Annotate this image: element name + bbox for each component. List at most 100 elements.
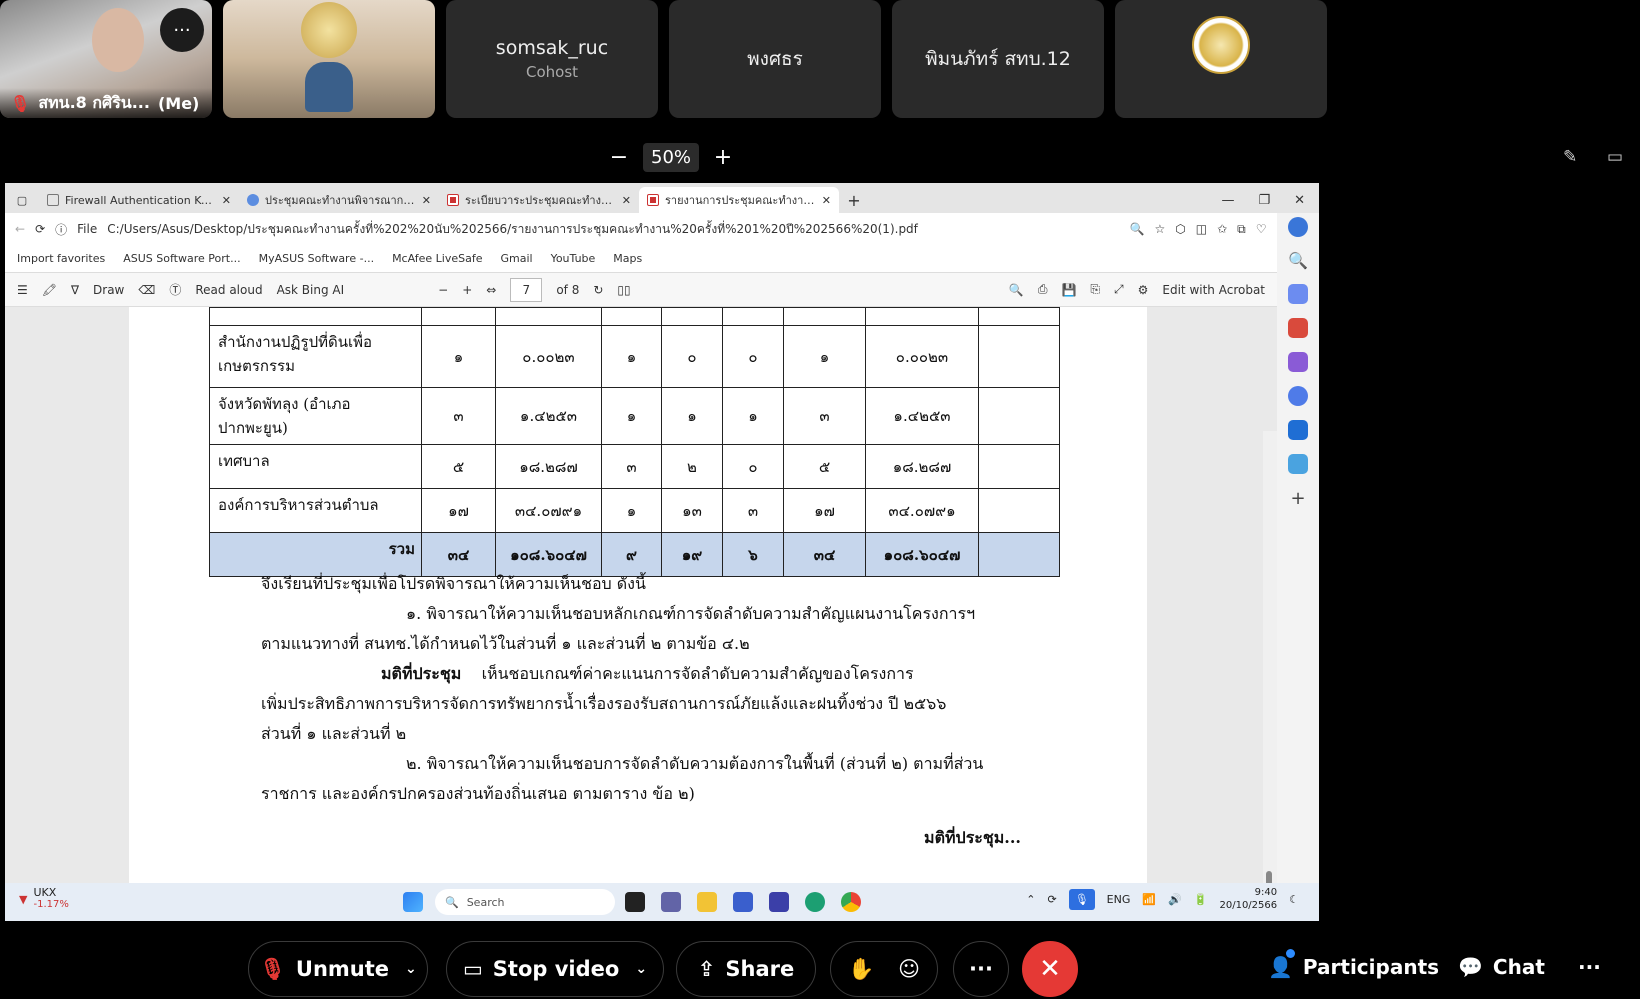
edit-acrobat-button[interactable]: Edit with Acrobat xyxy=(1162,283,1265,297)
tab-actions-icon[interactable]: ▢ xyxy=(5,187,39,213)
chevron-down-icon[interactable]: ⌄ xyxy=(635,961,647,977)
save-icon[interactable]: 💾 xyxy=(1061,283,1076,297)
fit-width-icon[interactable]: ⇔ xyxy=(486,283,496,297)
participant-tile-somsak[interactable]: somsak_ruc Cohost xyxy=(446,0,658,118)
volume-icon[interactable]: 🔊 xyxy=(1168,893,1182,906)
participant-tile-video[interactable] xyxy=(223,0,435,118)
send-icon[interactable] xyxy=(1288,454,1308,474)
close-tab-icon[interactable]: ✕ xyxy=(222,194,231,207)
read-aloud-button[interactable]: Read aloud xyxy=(195,283,262,297)
participant-tile-pimnapat[interactable]: พิมนภัทร์ สทบ.12 xyxy=(892,0,1104,118)
close-window-icon[interactable]: ✕ xyxy=(1294,193,1305,208)
settings-icon[interactable]: ⚙ xyxy=(1138,283,1149,297)
save-as-icon[interactable]: ⎘ xyxy=(1090,282,1100,297)
games-icon[interactable] xyxy=(1288,352,1308,372)
chevron-down-icon[interactable]: ⌄ xyxy=(405,961,417,977)
back-icon[interactable]: ← xyxy=(15,222,25,236)
browser-tab[interactable]: ระเบียบวาระประชุมคณะทำงาน ครั้งที่ 2 ✕ xyxy=(439,187,639,213)
browser-tab[interactable]: ประชุมคณะทำงานพิจารณากลั่นกรองโ ✕ xyxy=(239,187,439,213)
heart-icon[interactable]: ♡ xyxy=(1256,222,1267,236)
text-icon[interactable]: Ⓣ xyxy=(169,281,181,298)
bookmark-item[interactable]: YouTube xyxy=(551,252,596,265)
page-number-input[interactable]: 7 xyxy=(510,277,543,302)
zoom-out-icon[interactable]: − xyxy=(438,283,448,297)
file-explorer-icon[interactable] xyxy=(697,892,717,912)
more-options-icon[interactable]: ··· xyxy=(160,8,204,52)
participant-tile-pongsathorn[interactable]: พงศธร xyxy=(669,0,881,118)
stock-widget[interactable]: ▼ UKX -1.17% xyxy=(19,887,69,911)
erase-icon[interactable]: ⌫ xyxy=(138,283,155,297)
favorite-star-icon[interactable]: ☆ xyxy=(1155,222,1166,236)
start-icon[interactable] xyxy=(403,892,423,912)
zoom-in-icon[interactable]: + xyxy=(462,283,472,297)
print-icon[interactable]: ⎙ xyxy=(1038,282,1048,297)
shopping-tag-icon[interactable] xyxy=(1288,284,1308,304)
collections-icon[interactable]: ⧉ xyxy=(1237,222,1246,237)
restore-icon[interactable]: ❐ xyxy=(1258,193,1270,208)
focus-icon[interactable]: ☾ xyxy=(1289,893,1299,906)
app-icon[interactable] xyxy=(769,892,789,912)
edge-icon[interactable] xyxy=(805,892,825,912)
close-tab-icon[interactable]: ✕ xyxy=(622,194,631,207)
language-indicator[interactable]: ENG xyxy=(1107,893,1131,906)
clock[interactable]: 9:40 20/10/2566 xyxy=(1219,886,1277,912)
more-button[interactable]: ··· xyxy=(953,941,1009,997)
chat-button[interactable]: 💬 Chat xyxy=(1458,955,1545,979)
screen-share-view-icon[interactable]: ▭ xyxy=(1607,147,1623,167)
favorites-icon[interactable]: ✩ xyxy=(1217,222,1227,236)
chevron-up-icon[interactable]: ⌃ xyxy=(1026,893,1035,906)
task-view-icon[interactable] xyxy=(625,892,645,912)
close-tab-icon[interactable]: ✕ xyxy=(822,194,831,207)
bookmark-item[interactable]: ASUS Software Port... xyxy=(123,252,240,265)
bing-chat-icon[interactable] xyxy=(1288,217,1308,237)
browser-tab-active[interactable]: รายงานการประชุมคณะทำงาน ครั้งที่ 1 ✕ xyxy=(639,187,839,213)
rotate-icon[interactable]: ↻ xyxy=(593,283,603,297)
sync-icon[interactable]: ⟳ xyxy=(1047,893,1056,906)
unmute-button[interactable]: 🎙 Unmute ⌄ xyxy=(248,941,428,997)
browser-tab[interactable]: Firewall Authentication Keepalive ✕ xyxy=(39,187,239,213)
microphone-icon[interactable]: 🎙 xyxy=(1068,888,1095,910)
share-button[interactable]: ⇪ Share xyxy=(676,941,816,997)
url-field[interactable]: C:/Users/Asus/Desktop/ประชุมคณะทำงานครั้… xyxy=(107,220,1119,239)
more-options-button[interactable]: ··· xyxy=(1578,955,1601,979)
draw-icon[interactable]: ∇ xyxy=(71,283,79,297)
taskbar-search[interactable]: 🔍 Search xyxy=(435,889,615,915)
annotate-icon[interactable]: ✎ xyxy=(1563,147,1577,167)
zoom-out-button[interactable]: − xyxy=(605,145,633,170)
bookmark-item[interactable]: McAfee LiveSafe xyxy=(392,252,482,265)
participant-tile-avatar[interactable] xyxy=(1115,0,1327,118)
bookmark-item[interactable]: Import favorites xyxy=(17,252,105,265)
scrollbar-thumb[interactable] xyxy=(1266,871,1272,883)
bookmark-item[interactable]: Gmail xyxy=(500,252,532,265)
split-screen-icon[interactable]: ◫ xyxy=(1196,222,1207,236)
participants-button[interactable]: 👤 Participants xyxy=(1268,949,1439,979)
leave-meeting-button[interactable]: ✕ xyxy=(1022,941,1078,997)
reactions-icon[interactable]: ☺ xyxy=(898,957,920,981)
zoom-in-button[interactable]: + xyxy=(709,145,737,170)
minimize-icon[interactable]: — xyxy=(1221,193,1234,208)
find-icon[interactable]: 🔍 xyxy=(1009,283,1024,297)
microsoft365-icon[interactable] xyxy=(1288,386,1308,406)
ask-bing-button[interactable]: Ask Bing AI xyxy=(277,283,345,297)
highlight-icon[interactable]: 🖍 xyxy=(42,283,57,297)
stop-video-button[interactable]: ▭ Stop video ⌄ xyxy=(446,941,664,997)
new-tab-icon[interactable]: + xyxy=(839,187,869,213)
bookmark-item[interactable]: Maps xyxy=(613,252,642,265)
teams-icon[interactable] xyxy=(661,892,681,912)
raise-hand-icon[interactable]: ✋ xyxy=(848,957,874,982)
wifi-icon[interactable]: 📶 xyxy=(1142,893,1156,906)
fullscreen-icon[interactable]: ⤢ xyxy=(1114,282,1124,297)
pdf-scrollbar[interactable] xyxy=(1263,431,1277,883)
page-view-icon[interactable]: ▯▯ xyxy=(617,283,630,297)
tools-icon[interactable] xyxy=(1288,318,1308,338)
add-sidebar-icon[interactable]: + xyxy=(1290,488,1305,509)
search-icon[interactable]: 🔍 xyxy=(1130,222,1145,236)
extensions-icon[interactable]: ⬡ xyxy=(1175,222,1185,236)
outlook-icon[interactable] xyxy=(1288,420,1308,440)
battery-icon[interactable]: 🔋 xyxy=(1194,893,1208,906)
participant-tile-self[interactable]: ··· 🎙 สทน.8 กศิริน... (Me) xyxy=(0,0,212,118)
search-icon[interactable]: 🔍 xyxy=(1288,251,1308,270)
draw-button[interactable]: Draw xyxy=(93,283,124,297)
contents-icon[interactable]: ☰ xyxy=(17,283,28,297)
bookmark-item[interactable]: MyASUS Software -... xyxy=(259,252,374,265)
